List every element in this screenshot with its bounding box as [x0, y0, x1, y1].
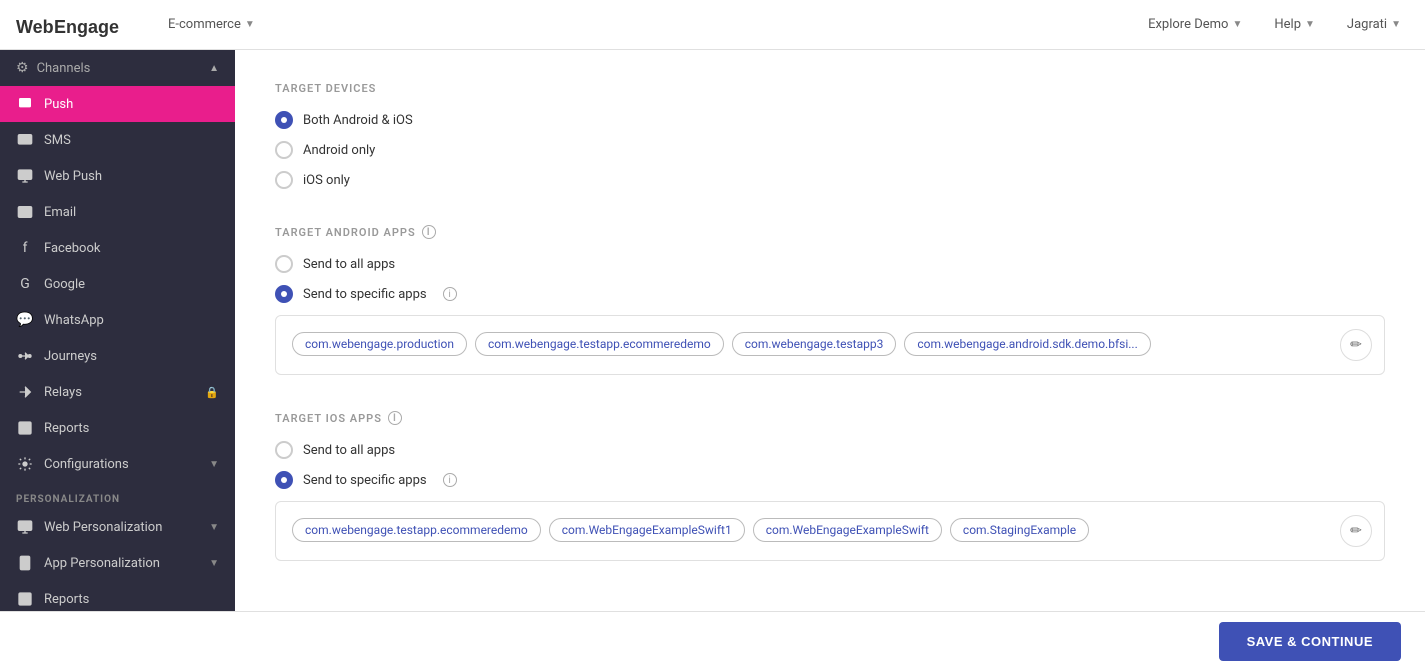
- top-nav-right: Explore Demo ▼ Help ▼ Jagrati ▼: [1140, 13, 1409, 36]
- app-name: E-commerce: [168, 17, 241, 32]
- ios-specific-info-icon[interactable]: i: [443, 473, 457, 487]
- top-nav: Web Engage E-commerce ▼ Explore Demo ▼ H…: [0, 0, 1425, 50]
- ios-app-tag: com.StagingExample: [950, 518, 1089, 542]
- target-ios-apps-label: TARGET IOS APPS i: [275, 411, 1385, 425]
- svg-text:Engage: Engage: [54, 17, 119, 37]
- save-continue-button[interactable]: SAVE & CONTINUE: [1219, 622, 1401, 661]
- main-content: TARGET DEVICES Both Android & iOS Androi…: [235, 50, 1425, 611]
- android-apps-radio-group: Send to all apps Send to specific apps i: [275, 255, 1385, 303]
- help-button[interactable]: Help ▼: [1266, 13, 1323, 36]
- relays-icon: [16, 383, 34, 401]
- ios-send-specific-circle: [275, 471, 293, 489]
- ios-app-tag: com.WebEngageExampleSwift: [753, 518, 942, 542]
- reports-p-icon: [16, 590, 34, 608]
- web-personalization-icon: [16, 518, 34, 536]
- ios-apps-edit-button[interactable]: ✏: [1340, 515, 1372, 547]
- chevron-icon: ▼: [1391, 19, 1401, 30]
- android-send-all-circle: [275, 255, 293, 273]
- android-app-tag: com.webengage.testapp3: [732, 332, 897, 356]
- android-send-specific-circle: [275, 285, 293, 303]
- chevron-up-icon: ▲: [209, 63, 219, 74]
- personalization-label: PERSONALIZATION: [0, 482, 235, 509]
- logo: Web Engage: [16, 11, 136, 39]
- journeys-icon: [16, 347, 34, 365]
- bottom-bar: SAVE & CONTINUE: [0, 611, 1425, 671]
- target-devices-section: TARGET DEVICES Both Android & iOS Androi…: [275, 82, 1385, 189]
- ios-apps-container: com.webengage.testapp.ecommeredemo com.W…: [275, 501, 1385, 561]
- sidebar-category-channels[interactable]: ⚙ Channels ▲: [0, 50, 235, 86]
- chevron-down-icon: ▼: [245, 19, 255, 30]
- svg-text:Web: Web: [16, 17, 54, 37]
- sidebar-item-app-personalization[interactable]: App Personalization ▼: [0, 545, 235, 581]
- ios-info-icon[interactable]: i: [388, 411, 402, 425]
- chevron-down-icon: ▼: [209, 558, 219, 569]
- chevron-icon: ▼: [1305, 19, 1315, 30]
- logo-text: Web Engage: [16, 11, 136, 39]
- sidebar-item-reports[interactable]: Reports: [0, 410, 235, 446]
- configurations-icon: [16, 455, 34, 473]
- chevron-down-icon: ▼: [209, 459, 219, 470]
- android-info-icon[interactable]: i: [422, 225, 436, 239]
- android-send-all[interactable]: Send to all apps: [275, 255, 1385, 273]
- sidebar-item-push[interactable]: Push: [0, 86, 235, 122]
- radio-android-only[interactable]: Android only: [275, 141, 1385, 159]
- google-icon: G: [16, 275, 34, 293]
- sidebar-item-web-push[interactable]: Web Push: [0, 158, 235, 194]
- chevron-down-icon: ▼: [209, 522, 219, 533]
- whatsapp-icon: 💬: [16, 311, 34, 329]
- android-app-tag: com.webengage.production: [292, 332, 467, 356]
- sidebar-item-facebook[interactable]: f Facebook: [0, 230, 235, 266]
- android-apps-edit-button[interactable]: ✏: [1340, 329, 1372, 361]
- android-apps-container: com.webengage.production com.webengage.t…: [275, 315, 1385, 375]
- layout: ⚙ Channels ▲ Push SMS Web Push: [0, 50, 1425, 611]
- user-menu[interactable]: Jagrati ▼: [1339, 13, 1409, 36]
- sms-icon: [16, 131, 34, 149]
- app-personalization-icon: [16, 554, 34, 572]
- radio-android-circle: [275, 141, 293, 159]
- sidebar-item-email[interactable]: Email: [0, 194, 235, 230]
- sidebar-item-reports-p[interactable]: Reports: [0, 581, 235, 611]
- ios-app-tag: com.WebEngageExampleSwift1: [549, 518, 745, 542]
- ios-send-all-circle: [275, 441, 293, 459]
- android-send-specific[interactable]: Send to specific apps i: [275, 285, 1385, 303]
- radio-ios-only[interactable]: iOS only: [275, 171, 1385, 189]
- channels-icon: ⚙: [16, 60, 29, 76]
- sidebar-item-google[interactable]: G Google: [0, 266, 235, 302]
- web-push-icon: [16, 167, 34, 185]
- android-app-tag: com.webengage.testapp.ecommeredemo: [475, 332, 724, 356]
- radio-both-circle: [275, 111, 293, 129]
- explore-demo-button[interactable]: Explore Demo ▼: [1140, 13, 1250, 36]
- ios-send-all[interactable]: Send to all apps: [275, 441, 1385, 459]
- sidebar-item-web-personalization[interactable]: Web Personalization ▼: [0, 509, 235, 545]
- app-selector[interactable]: E-commerce ▼: [160, 13, 263, 36]
- lock-icon: 🔒: [205, 386, 219, 399]
- chevron-icon: ▼: [1232, 19, 1242, 30]
- target-android-apps-label: TARGET ANDROID APPS i: [275, 225, 1385, 239]
- ios-send-specific[interactable]: Send to specific apps i: [275, 471, 1385, 489]
- push-icon: [16, 95, 34, 113]
- target-android-apps-section: TARGET ANDROID APPS i Send to all apps S…: [275, 225, 1385, 375]
- target-devices-label: TARGET DEVICES: [275, 82, 1385, 95]
- sidebar-item-journeys[interactable]: Journeys: [0, 338, 235, 374]
- sidebar-item-sms[interactable]: SMS: [0, 122, 235, 158]
- facebook-icon: f: [16, 239, 34, 257]
- android-app-tag: com.webengage.android.sdk.demo.bfsi...: [904, 332, 1150, 356]
- radio-both[interactable]: Both Android & iOS: [275, 111, 1385, 129]
- email-icon: [16, 203, 34, 221]
- android-specific-info-icon[interactable]: i: [443, 287, 457, 301]
- target-devices-radio-group: Both Android & iOS Android only iOS only: [275, 111, 1385, 189]
- sidebar-item-relays[interactable]: Relays 🔒: [0, 374, 235, 410]
- ios-apps-radio-group: Send to all apps Send to specific apps i: [275, 441, 1385, 489]
- sidebar-item-configurations[interactable]: Configurations ▼: [0, 446, 235, 482]
- sidebar-item-whatsapp[interactable]: 💬 WhatsApp: [0, 302, 235, 338]
- reports-icon: [16, 419, 34, 437]
- sidebar: ⚙ Channels ▲ Push SMS Web Push: [0, 50, 235, 611]
- ios-app-tag: com.webengage.testapp.ecommeredemo: [292, 518, 541, 542]
- target-ios-apps-section: TARGET IOS APPS i Send to all apps Send …: [275, 411, 1385, 561]
- radio-ios-circle: [275, 171, 293, 189]
